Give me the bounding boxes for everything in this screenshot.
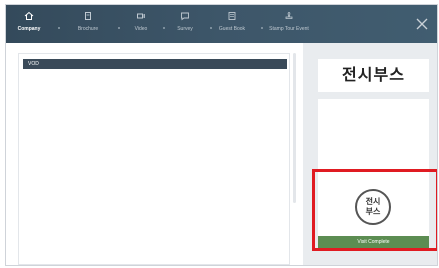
video-icon <box>126 11 156 23</box>
tab-brochure[interactable]: Brochure <box>70 11 106 32</box>
close-button[interactable] <box>415 17 429 31</box>
guestbook-icon <box>212 11 252 23</box>
tab-survey-label: Survey <box>177 26 193 32</box>
tab-brochure-label: Brochure <box>77 26 99 32</box>
nav-separator <box>163 27 165 29</box>
tab-stamp-tour-event[interactable]: Stamp Tour Event <box>264 11 314 32</box>
nav-separator <box>58 27 60 29</box>
tab-guest-book[interactable]: Guest Book <box>212 11 252 32</box>
scrollbar-thumb[interactable] <box>293 53 296 203</box>
stamp-tour-icon <box>264 11 314 23</box>
nav-separator <box>118 27 120 29</box>
document-icon <box>70 11 106 23</box>
tab-guest-book-label: Guest Book <box>218 26 246 32</box>
tab-stamp-tour-event-label: Stamp Tour Event <box>269 26 309 32</box>
top-navigation: Company Brochure Video Survey Guest Book… <box>6 5 437 43</box>
tab-company[interactable]: Company <box>12 11 46 32</box>
survey-icon <box>168 11 202 23</box>
booth-image-area <box>318 99 429 179</box>
booth-title: 전시부스 <box>318 59 429 92</box>
vod-header[interactable]: VOD <box>23 59 287 69</box>
tab-video-label: Video <box>134 26 148 32</box>
nav-separator <box>261 27 263 29</box>
tab-video[interactable]: Video <box>126 11 156 32</box>
tab-survey[interactable]: Survey <box>168 11 202 32</box>
highlight-box <box>312 169 437 251</box>
main-content: VOD <box>18 53 290 265</box>
app-window: Company Brochure Video Survey Guest Book… <box>5 4 438 266</box>
home-icon <box>12 11 46 23</box>
tab-company-label: Company <box>17 26 41 32</box>
close-icon <box>416 18 428 30</box>
